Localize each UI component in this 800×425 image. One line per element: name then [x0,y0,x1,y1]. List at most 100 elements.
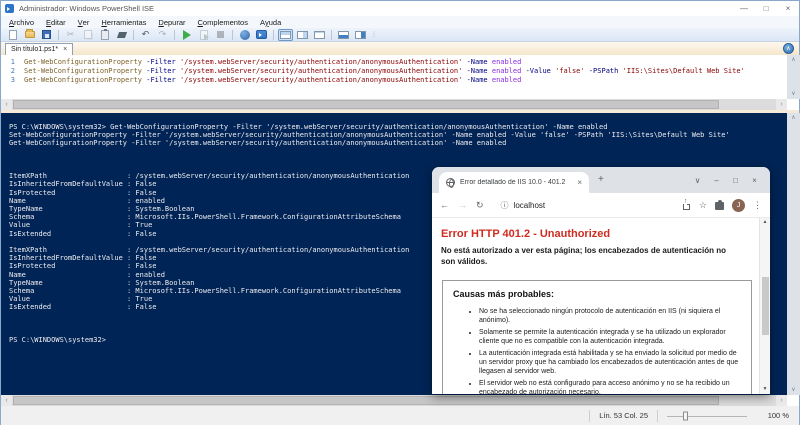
new-script-button[interactable] [5,29,20,41]
code-text: Get-WebConfigurationProperty -Filter '/s… [24,58,521,67]
scroll-up-icon[interactable]: ∧ [791,55,795,65]
show-script-pane-right-button[interactable] [295,29,310,41]
share-icon[interactable]: ↑ [682,201,691,210]
menu-herramientas[interactable]: Herramientas [95,16,152,28]
start-powershell-exe-button[interactable] [254,29,269,41]
scrollbar-thumb[interactable] [762,277,769,335]
extensions-icon[interactable] [715,202,724,210]
script-tab[interactable]: Sin título1.ps1* × [5,43,73,55]
browser-window-controls: ∨ – □ × [688,167,764,193]
menu-editar[interactable]: Editar [40,16,72,28]
clear-console-pane-icon [116,32,126,38]
paste-icon [101,30,109,40]
error-page-message: No está autorizado a ver esta página; lo… [441,246,736,268]
maximize-button[interactable]: □ [755,1,777,16]
cut-button[interactable]: ✂ [63,29,78,41]
code-line[interactable]: 3 Get-WebConfigurationProperty -Filter '/… [1,76,787,85]
address-bar[interactable]: localhost [514,201,682,210]
profile-avatar[interactable]: J [732,199,745,212]
browser-tab-title: Error detallado de IIS 10.0 - 401.2 [460,179,572,186]
new-script-icon [9,30,17,40]
menu-complementos[interactable]: Complementos [192,16,254,28]
paste-button[interactable] [97,29,112,41]
toolbar-separator [273,30,274,40]
title-bar: Administrador: Windows PowerShell ISE — … [1,1,799,16]
back-button[interactable]: ← [440,200,449,210]
show-script-pane-top-icon [280,31,291,39]
menu-depurar[interactable]: Depurar [152,16,191,28]
browser-menu-icon[interactable]: ⋮ [753,200,762,211]
browser-close-button[interactable]: × [745,176,764,185]
toolbar-actions: ↑ ☆ J ⋮ [682,199,762,212]
reload-button[interactable]: ↻ [476,200,484,211]
editor-horizontal-scrollbar[interactable]: ‹ › [1,99,787,110]
probable-causes-box: Causas más probables: No se ha seleccion… [442,280,752,394]
browser-minimize-button[interactable]: – [707,176,726,185]
tab-close-icon[interactable]: × [577,178,582,187]
scroll-right-icon[interactable]: › [776,99,787,110]
save-script-icon [42,30,51,39]
stop-operation-icon [217,31,224,38]
code-line[interactable]: 2Set-WebConfigurationProperty -Filter '/… [1,67,787,76]
stop-operation-button[interactable] [213,29,228,41]
toolbar: ✂↶↷⋮ [1,28,799,42]
script-pane-panel-right-button[interactable] [353,29,368,41]
new-remote-powershell-tab-button[interactable] [237,29,252,41]
script-tab-close-icon[interactable]: × [63,46,67,53]
zoom-slider-handle[interactable] [683,411,688,420]
menu-ayuda[interactable]: Ayuda [254,16,287,28]
new-tab-button[interactable]: + [598,174,604,185]
show-script-pane-maximized-button[interactable] [312,29,327,41]
save-script-button[interactable] [39,29,54,41]
site-info-icon[interactable]: ⓘ [501,200,509,211]
page-scrollbar[interactable]: ▲ ▼ [759,218,770,394]
scroll-left-icon[interactable]: ‹ [1,99,12,110]
clear-console-pane-button[interactable] [114,29,129,41]
line-number: 3 [1,76,15,85]
scrollbar-thumb[interactable] [13,396,719,405]
browser-toolbar: ← → ↻ ⓘ localhost ↑ ☆ J ⋮ [432,193,770,218]
line-number: 2 [1,67,15,76]
zoom-slider[interactable] [667,406,747,425]
code-text: Get-WebConfigurationProperty -Filter '/s… [24,76,521,85]
copy-button[interactable] [80,29,95,41]
undo-button[interactable]: ↶ [138,29,153,41]
probable-causes-title: Causas más probables: [453,289,741,299]
script-pane-panel-top-button[interactable] [336,29,351,41]
editor-vertical-scrollbar[interactable]: ∧ ∨ [787,55,800,99]
browser-window: Error detallado de IIS 10.0 - 401.2 × + … [432,167,770,394]
script-editor[interactable]: 1Get-WebConfigurationProperty -Filter '/… [1,55,787,99]
close-button[interactable]: × [777,1,799,16]
scroll-right-icon[interactable]: › [776,395,787,406]
redo-button[interactable]: ↷ [155,29,170,41]
scroll-left-icon[interactable]: ‹ [1,395,12,406]
scroll-down-icon[interactable]: ∨ [791,385,795,395]
powershell-ise-app-icon [5,4,14,13]
code-line[interactable]: 1Get-WebConfigurationProperty -Filter '/… [1,58,787,67]
menu-archivo[interactable]: Archivo [3,16,40,28]
menu-ver[interactable]: Ver [72,16,96,28]
scroll-up-icon[interactable]: ▲ [763,220,768,225]
console-vertical-scrollbar[interactable]: ∧ ∨ [787,113,800,395]
show-script-pane-top-button[interactable] [278,29,293,41]
bookmark-star-icon[interactable]: ☆ [699,200,707,211]
toolbar-separator [58,30,59,40]
run-script-button[interactable] [179,29,194,41]
browser-page: Error HTTP 401.2 - Unauthorized No está … [432,218,770,394]
run-selection-button[interactable] [196,29,211,41]
scroll-down-icon[interactable]: ▼ [763,387,768,392]
show-script-pane-maximized-icon [314,31,325,39]
probable-cause-item: El servidor web no está configurado para… [479,379,741,394]
console-horizontal-scrollbar[interactable]: ‹ › [1,395,787,406]
collapse-script-pane-button[interactable]: ∧ [783,43,794,54]
scrollbar-thumb[interactable] [13,100,719,109]
minimize-button[interactable]: — [733,1,755,16]
chevron-down-icon[interactable]: ∨ [688,176,707,185]
scroll-down-icon[interactable]: ∨ [791,89,795,99]
script-tab-strip: Sin título1.ps1* × ∧ [1,42,799,55]
browser-tab[interactable]: Error detallado de IIS 10.0 - 401.2 × [439,172,589,193]
open-script-button[interactable] [22,29,37,41]
scroll-up-icon[interactable]: ∧ [791,113,795,123]
cut-icon: ✂ [67,30,75,39]
browser-maximize-button[interactable]: □ [726,176,745,185]
